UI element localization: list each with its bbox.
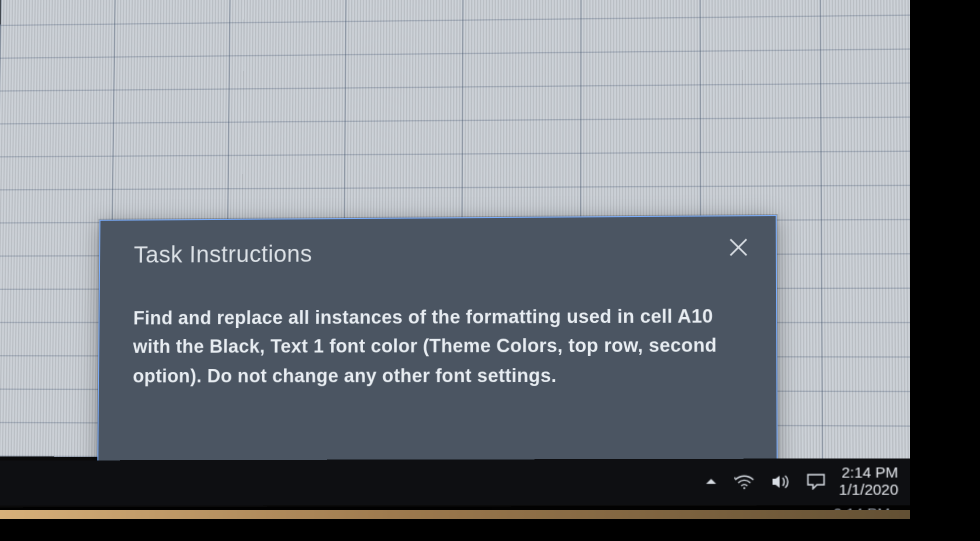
volume-icon[interactable] <box>770 474 790 490</box>
system-tray[interactable]: * <box>704 474 825 490</box>
taskbar-reflection: 2:14 PM <box>0 505 910 510</box>
dialog-title: Task Instructions <box>134 238 746 269</box>
dialog-body-text: Find and replace all instances of the fo… <box>133 302 746 391</box>
action-center-icon[interactable] <box>806 474 824 490</box>
close-icon <box>727 236 749 263</box>
task-instructions-dialog: Task Instructions Find and replace all i… <box>97 215 777 472</box>
taskbar[interactable]: * 2:14 PM 1/1/2020 <box>0 458 910 505</box>
reflection-time: 2:14 PM <box>833 505 890 510</box>
wifi-icon[interactable]: * <box>734 474 754 490</box>
photo-scene: Task Instructions Find and replace all i… <box>0 0 980 541</box>
monitor-bezel-right <box>910 0 980 541</box>
tray-overflow-icon[interactable] <box>704 475 718 489</box>
svg-text:*: * <box>734 475 736 484</box>
screen-area: Task Instructions Find and replace all i… <box>0 0 910 510</box>
taskbar-time: 2:14 PM <box>839 464 898 481</box>
taskbar-date: 1/1/2020 <box>839 482 898 499</box>
close-button[interactable] <box>723 234 753 264</box>
monitor-bezel-bottom <box>0 519 980 541</box>
taskbar-clock[interactable]: 2:14 PM 1/1/2020 <box>839 464 899 499</box>
